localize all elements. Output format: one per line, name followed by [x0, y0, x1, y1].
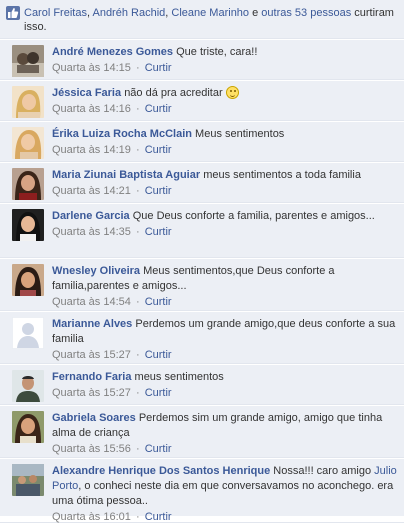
comment-timestamp: Quarta às 14:15: [52, 62, 131, 74]
separator: ·: [135, 62, 140, 74]
commenter-name[interactable]: Érika Luiza Rocha McClain: [52, 128, 192, 140]
avatar[interactable]: [12, 370, 44, 402]
liker-link[interactable]: Carol Freitas: [24, 7, 87, 19]
comment-text: meus sentimentos: [134, 371, 224, 383]
commenter-name[interactable]: André Menezes Gomes: [52, 46, 173, 58]
avatar[interactable]: [12, 86, 44, 118]
avatar[interactable]: [12, 411, 44, 443]
avatar[interactable]: [12, 264, 44, 296]
avatar[interactable]: [12, 464, 44, 496]
comment-text: Nossa!!! caro amigo: [273, 465, 372, 477]
comment-timestamp: Quarta às 14:21: [52, 185, 131, 197]
comment-item: André Menezes Gomes Que triste, cara!! Q…: [0, 39, 404, 80]
liker-link[interactable]: Cleane Marinho: [171, 7, 249, 19]
likes-summary: Carol Freitas, Andréh Rachid, Cleane Mar…: [0, 0, 404, 39]
comment-text: não dá pra acreditar: [124, 87, 223, 99]
like-link[interactable]: Curtir: [145, 62, 172, 74]
separator: ·: [135, 349, 140, 361]
comment-item: Maria Ziunai Baptista Aguiar meus sentim…: [0, 162, 404, 203]
comments-panel: Carol Freitas, Andréh Rachid, Cleane Mar…: [0, 0, 404, 523]
avatar[interactable]: [12, 45, 44, 77]
separator: ·: [135, 226, 140, 238]
like-link[interactable]: Curtir: [145, 185, 172, 197]
separator: ·: [135, 144, 140, 156]
comment-timestamp: Quarta às 15:56: [52, 443, 131, 455]
others-link[interactable]: outras 53 pessoas: [261, 7, 351, 19]
default-avatar-icon[interactable]: [12, 317, 44, 349]
separator: ·: [135, 185, 140, 197]
commenter-name[interactable]: Marianne Alves: [52, 318, 132, 330]
commenter-name[interactable]: Fernando Faria: [52, 371, 131, 383]
like-link[interactable]: Curtir: [145, 296, 172, 308]
comment-item: Jéssica Faria não dá pra acreditar Quart…: [0, 80, 404, 121]
separator: ·: [135, 443, 140, 455]
commenter-name[interactable]: Maria Ziunai Baptista Aguiar: [52, 169, 200, 181]
likes-and: e: [252, 7, 259, 19]
thumbs-up-icon: [6, 6, 20, 20]
like-link[interactable]: Curtir: [145, 387, 172, 399]
comment-item: Gabriela Soares Perdemos sim um grande a…: [0, 405, 404, 458]
separator: ·: [135, 511, 140, 523]
like-link[interactable]: Curtir: [145, 443, 172, 455]
like-link[interactable]: Curtir: [145, 144, 172, 156]
like-link[interactable]: Curtir: [145, 103, 172, 115]
commenter-name[interactable]: Wnesley Oliveira: [52, 265, 140, 277]
likes-text: Carol Freitas, Andréh Rachid, Cleane Mar…: [24, 7, 394, 33]
comment-item: Darlene Garcia Que Deus conforte a famil…: [0, 203, 404, 258]
comment-item: Marianne Alves Perdemos um grande amigo,…: [0, 311, 404, 364]
avatar[interactable]: [12, 209, 44, 241]
comment-timestamp: Quarta às 15:27: [52, 349, 131, 361]
comment-timestamp: Quarta às 14:19: [52, 144, 131, 156]
comment-timestamp: Quarta às 14:16: [52, 103, 131, 115]
liker-link[interactable]: Andréh Rachid: [92, 7, 165, 19]
comment-timestamp: Quarta às 14:54: [52, 296, 131, 308]
comment-text: Que Deus conforte a familia, parentes e …: [132, 210, 375, 222]
avatar[interactable]: [12, 127, 44, 159]
separator: ·: [135, 387, 140, 399]
separator: ·: [135, 103, 140, 115]
smiley-icon: [225, 86, 239, 99]
separator: ·: [135, 296, 140, 308]
comment-item: Érika Luiza Rocha McClain Meus sentiment…: [0, 121, 404, 162]
comment-text: meus sentimentos a toda familia: [203, 169, 361, 181]
comment-timestamp: Quarta às 14:35: [52, 226, 131, 238]
comment-item: Wnesley Oliveira Meus sentimentos,que De…: [0, 258, 404, 311]
like-link[interactable]: Curtir: [145, 511, 172, 523]
like-link[interactable]: Curtir: [145, 349, 172, 361]
comment-item: Alexandre Henrique Dos Santos Henrique N…: [0, 458, 404, 523]
comment-timestamp: Quarta às 16:01: [52, 511, 131, 523]
comment-text: , o conheci neste dia em que conversavam…: [52, 480, 394, 507]
avatar[interactable]: [12, 168, 44, 200]
comment-item: Fernando Faria meus sentimentos Quarta à…: [0, 364, 404, 405]
comment-text: Que triste, cara!!: [176, 46, 258, 58]
comment-text: Meus sentimentos: [195, 128, 285, 140]
commenter-name[interactable]: Alexandre Henrique Dos Santos Henrique: [52, 465, 270, 477]
commenter-name[interactable]: Darlene Garcia: [52, 210, 130, 222]
comment-timestamp: Quarta às 15:27: [52, 387, 131, 399]
commenter-name[interactable]: Jéssica Faria: [52, 87, 121, 99]
commenter-name[interactable]: Gabriela Soares: [52, 412, 136, 424]
like-link[interactable]: Curtir: [145, 226, 172, 238]
